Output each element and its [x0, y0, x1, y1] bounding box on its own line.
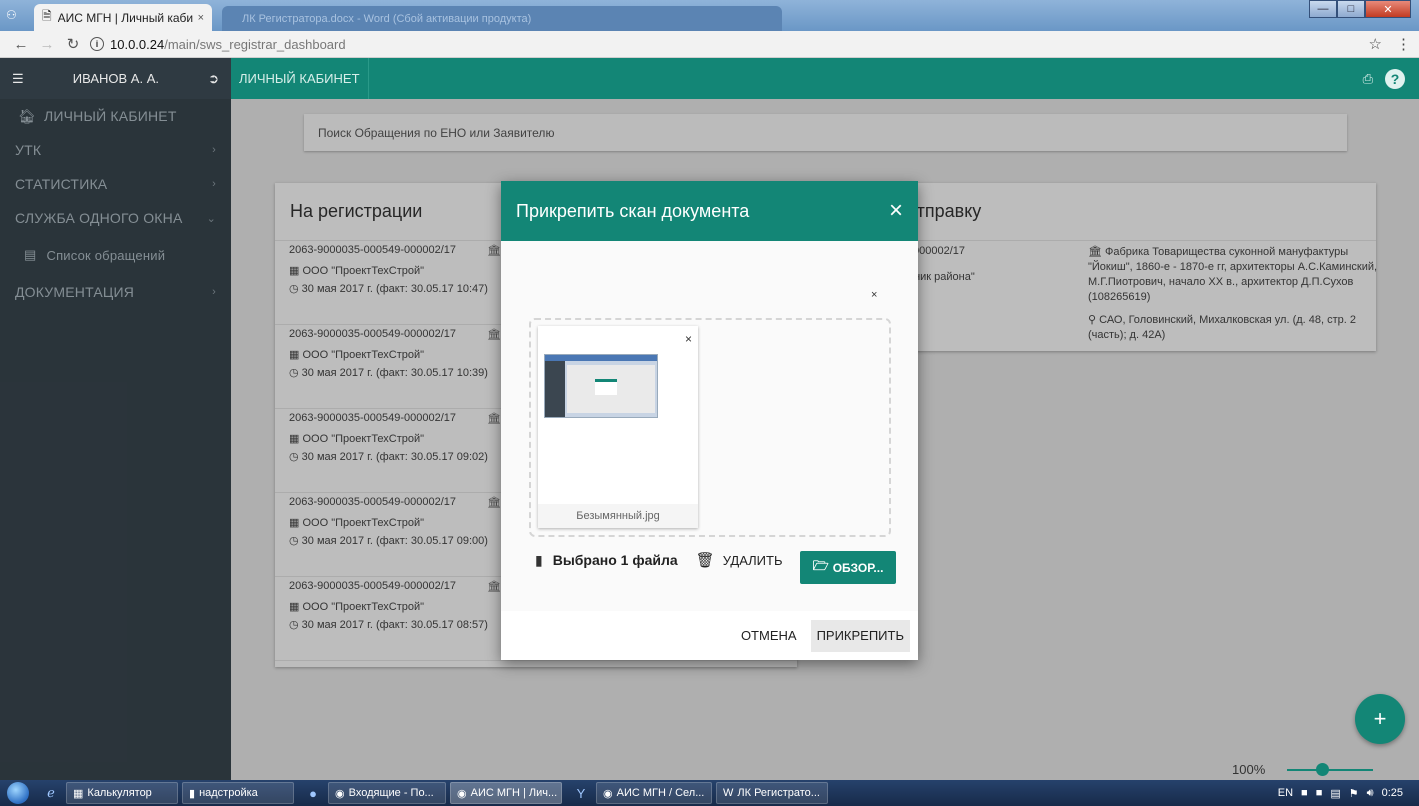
delete-label: УДАЛИТЬ [722, 552, 783, 568]
browser-icon: ◉ [603, 787, 613, 800]
folder-open-icon: 🗁︎ [812, 557, 829, 573]
start-button[interactable] [0, 780, 36, 806]
file-status-line: ▮ Выбрано 1 файла 🗑︎ УДАЛИТЬ [535, 551, 783, 570]
app-icon[interactable]: ● [298, 786, 328, 801]
logout-icon[interactable]: ➲ [208, 71, 219, 87]
back-icon[interactable]: ← [8, 36, 34, 53]
zoom-value: 100% [1232, 762, 1266, 777]
taskbar-item-folder[interactable]: ▮ надстройка [182, 782, 294, 804]
browser-tab-active[interactable]: 🗎 АИС МГН | Личный каби × [34, 4, 212, 31]
os-taskbar: ℯ ▦ Калькулятор ▮ надстройка ● ◉ Входящие -… [0, 780, 1419, 806]
tray-pdf-icon[interactable]: ■ [1316, 787, 1323, 799]
tray-network-icon[interactable]: ▤ [1330, 787, 1340, 800]
sidebar-header: ☰ ИВАНОВ А. А. ➲ [0, 58, 231, 99]
system-tray: EN ■ ■ ▤ ⚑ 🔊︎ 0:25 [1278, 787, 1419, 800]
folder-icon: ▮ [189, 787, 196, 800]
page-icon: 🗎 [42, 9, 52, 23]
modal-footer: ОТМЕНА ПРИКРЕПИТЬ [501, 611, 918, 660]
browser-tab-inactive[interactable]: ЛК Регистратора.docx - Word (Сбой актива… [222, 6, 782, 31]
tab-title: АИС МГН | Личный каби [57, 10, 194, 25]
info-icon[interactable]: i [90, 37, 104, 51]
taskbar-item-word[interactable]: W ЛК Регистрато... [716, 782, 828, 804]
url-path: /main/sws_registrar_dashboard [164, 36, 346, 52]
hamburger-menu-icon[interactable]: ☰ [12, 71, 24, 87]
user-name: ИВАНОВ А. А. [72, 71, 159, 86]
browse-button[interactable]: 🗁︎ ОБЗОР... [800, 551, 896, 584]
file-thumbnail[interactable]: × Безымянный.jpg [538, 326, 698, 528]
taskbar-item-ais-select[interactable]: ◉ АИС МГН / Сел... [596, 782, 712, 804]
file-name: Безымянный.jpg [538, 504, 698, 528]
word-icon: W [723, 787, 734, 799]
print-icon[interactable]: ⎙ [1363, 71, 1373, 87]
add-button[interactable]: + [1355, 694, 1405, 744]
tray-volume-icon[interactable]: 🔊︎ [1367, 787, 1374, 800]
windows-logo-icon [7, 782, 29, 804]
address-bar: ← → ↻ i 10.0.0.24 /main/sws_registrar_da… [0, 31, 1419, 58]
yandex-icon[interactable]: Y [566, 786, 596, 801]
url-field[interactable]: i 10.0.0.24 /main/sws_registrar_dashboar… [90, 37, 346, 52]
window-controls: — □ ✕ [1309, 0, 1411, 18]
file-dropzone[interactable]: × Безымянный.jpg [529, 318, 891, 537]
taskbar-item-inbox[interactable]: ◉ Входящие - По... [328, 782, 446, 804]
modal-title: Прикрепить скан документа [516, 200, 750, 221]
taskbar-item-ais-active[interactable]: ◉ АИС МГН | Лич... [450, 782, 562, 804]
internet-explorer-icon[interactable]: ℯ [36, 785, 66, 801]
browser-tabstrip: ⚇ 🗎 АИС МГН | Личный каби × ЛК Регистрат… [0, 0, 1419, 31]
zoom-control: 100% [1232, 762, 1374, 777]
selected-count: Выбрано 1 файла [552, 552, 678, 568]
clock-time[interactable]: 0:25 [1382, 787, 1403, 799]
attach-scan-modal: Прикрепить скан документа × × × Безымянн… [501, 181, 918, 660]
maximize-icon[interactable]: □ [1337, 0, 1365, 18]
top-bar: ЛИЧНЫЙ КАБИНЕТ ⎙ ? [231, 58, 1419, 99]
close-icon[interactable]: × [889, 199, 903, 223]
page-title: ЛИЧНЫЙ КАБИНЕТ [231, 58, 369, 99]
reload-icon[interactable]: ↻ [60, 35, 86, 53]
browse-label: ОБЗОР... [832, 560, 884, 575]
url-host: 10.0.0.24 [110, 36, 165, 52]
minimize-icon[interactable]: — [1309, 0, 1337, 18]
image-preview [544, 354, 658, 418]
clear-all-icon[interactable]: × [871, 289, 877, 301]
tray-flag-icon[interactable]: ⚑ [1349, 787, 1359, 800]
remove-file-icon[interactable]: × [685, 332, 692, 346]
calculator-icon: ▦ [73, 787, 84, 800]
forward-icon[interactable]: → [34, 36, 60, 53]
trash-icon: 🗑︎ [695, 552, 715, 569]
browser-profile-icon[interactable]: ⚇ [6, 8, 17, 22]
language-indicator[interactable]: EN [1278, 787, 1293, 799]
delete-button[interactable]: 🗑︎ УДАЛИТЬ [696, 551, 783, 569]
close-window-icon[interactable]: ✕ [1365, 0, 1411, 18]
chrome-icon: ◉ [457, 787, 467, 800]
modal-header: Прикрепить скан документа × [501, 181, 918, 241]
attach-button[interactable]: ПРИКРЕПИТЬ [810, 619, 910, 652]
modal-body: × × Безымянный.jpg ▮ Выбрано 1 файла 🗑︎ … [501, 241, 918, 611]
zoom-slider[interactable] [1287, 762, 1374, 776]
cancel-button[interactable]: ОТМЕНА [735, 620, 803, 652]
bookmark-star-icon[interactable]: ☆ [1369, 35, 1382, 53]
zoom-slider-knob[interactable] [1315, 762, 1329, 776]
file-icon: ▮ [535, 551, 543, 568]
tray-flash-icon[interactable]: ■ [1301, 787, 1308, 799]
chrome-icon: ◉ [335, 787, 345, 800]
browser-menu-icon[interactable]: ⋮ [1396, 35, 1411, 53]
help-icon[interactable]: ? [1385, 68, 1405, 89]
taskbar-item-calculator[interactable]: ▦ Калькулятор [66, 782, 178, 804]
tab-close-icon[interactable]: × [198, 12, 204, 24]
